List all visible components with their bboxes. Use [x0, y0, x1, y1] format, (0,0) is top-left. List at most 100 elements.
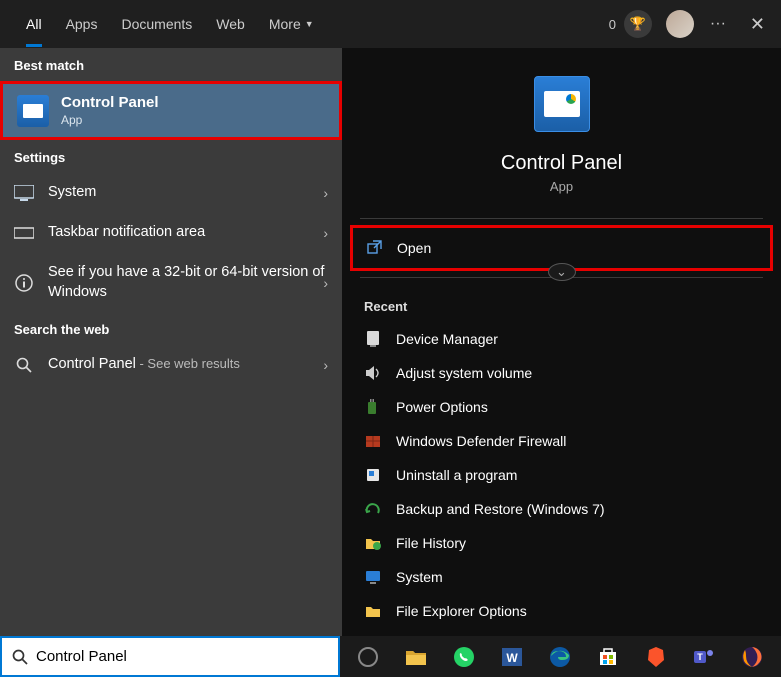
top-bar: All Apps Documents Web More▼ 0 🏆 ··· ✕ [0, 0, 781, 48]
taskbar-whatsapp[interactable] [442, 637, 486, 677]
best-match-control-panel[interactable]: Control Panel App [0, 81, 342, 140]
recent-list: Device Manager Adjust system volume Powe… [342, 322, 781, 636]
recent-backup-restore[interactable]: Backup and Restore (Windows 7) [348, 492, 775, 526]
brave-icon [646, 646, 666, 668]
preview-subtitle: App [550, 179, 573, 194]
tab-documents[interactable]: Documents [109, 1, 204, 47]
uninstall-icon [364, 466, 382, 484]
search-box[interactable] [0, 636, 340, 677]
preview-hero: Control Panel App [342, 48, 781, 218]
settings-item-bitness[interactable]: See if you have a 32-bit or 64-bit versi… [0, 253, 342, 312]
search-web-header: Search the web [0, 312, 342, 345]
folder-options-icon [364, 602, 382, 620]
tab-web[interactable]: Web [204, 1, 257, 47]
power-icon [364, 398, 382, 416]
settings-item-system[interactable]: System › [0, 173, 342, 213]
best-match-title: Control Panel [61, 94, 159, 111]
recent-label: Adjust system volume [396, 365, 532, 381]
settings-item-label: System [48, 183, 328, 203]
search-input[interactable] [36, 648, 328, 665]
file-history-icon [364, 534, 382, 552]
best-match-header: Best match [0, 48, 342, 81]
filter-tabs: All Apps Documents Web More▼ [14, 1, 326, 47]
svg-text:T: T [697, 652, 703, 662]
firefox-icon [741, 646, 763, 668]
tab-more[interactable]: More▼ [257, 1, 326, 47]
firewall-icon [364, 432, 382, 450]
recent-device-manager[interactable]: Device Manager [348, 322, 775, 356]
edge-icon [549, 646, 571, 668]
recent-system[interactable]: System [348, 560, 775, 594]
whatsapp-icon [453, 646, 475, 668]
search-icon [12, 649, 28, 665]
recent-label: Windows Defender Firewall [396, 433, 566, 449]
recent-label: File Explorer Options [396, 603, 527, 619]
tab-apps[interactable]: Apps [54, 1, 110, 47]
recent-defender-firewall[interactable]: Windows Defender Firewall [348, 424, 775, 458]
recent-label: System [396, 569, 443, 585]
recent-label: Device Manager [396, 331, 498, 347]
recent-label: Backup and Restore (Windows 7) [396, 501, 605, 517]
recent-label: File History [396, 535, 466, 551]
best-match-subtitle: App [61, 113, 159, 127]
expand-chevron-icon[interactable]: ⌄ [548, 263, 576, 281]
settings-item-label: Taskbar notification area [48, 223, 328, 243]
settings-header: Settings [0, 140, 342, 173]
web-result-control-panel[interactable]: Control Panel - See web results › [0, 345, 342, 385]
chevron-right-icon: › [323, 275, 328, 291]
taskbar-firefox[interactable] [730, 637, 774, 677]
caret-down-icon: ▼ [305, 19, 314, 29]
taskbar-edge[interactable] [538, 637, 582, 677]
recent-file-history[interactable]: File History [348, 526, 775, 560]
taskbar-brave[interactable] [634, 637, 678, 677]
more-options-icon[interactable]: ··· [700, 15, 736, 33]
preview-title: Control Panel [501, 152, 622, 175]
store-icon [597, 646, 619, 668]
rewards-count: 0 [609, 17, 616, 32]
cortana-icon [358, 647, 378, 667]
recent-label: Uninstall a program [396, 467, 517, 483]
chevron-right-icon: › [323, 225, 328, 241]
open-icon [367, 240, 383, 255]
start-search-panel: All Apps Documents Web More▼ 0 🏆 ··· ✕ B… [0, 0, 781, 636]
close-icon[interactable]: ✕ [742, 14, 773, 35]
preview-column: Control Panel App Open ⌄ Recent Device M… [342, 48, 781, 636]
folder-icon [405, 648, 427, 666]
taskbar-cortana[interactable] [346, 637, 390, 677]
tab-all[interactable]: All [14, 1, 54, 47]
taskbar-icon [14, 223, 34, 243]
taskbar: W T [340, 636, 781, 677]
backup-icon [364, 500, 382, 518]
open-label: Open [397, 240, 431, 256]
taskbar-file-explorer[interactable] [394, 637, 438, 677]
recent-uninstall-program[interactable]: Uninstall a program [348, 458, 775, 492]
volume-icon [364, 364, 382, 382]
info-icon [14, 273, 34, 293]
settings-item-label: See if you have a 32-bit or 64-bit versi… [48, 263, 328, 302]
taskbar-word[interactable]: W [490, 637, 534, 677]
control-panel-icon [17, 95, 49, 127]
word-icon: W [500, 645, 524, 669]
recent-adjust-volume[interactable]: Adjust system volume [348, 356, 775, 390]
user-avatar[interactable] [666, 10, 694, 38]
control-panel-icon [534, 76, 590, 132]
taskbar-store[interactable] [586, 637, 630, 677]
recent-file-explorer-options[interactable]: File Explorer Options [348, 594, 775, 628]
trophy-icon[interactable]: 🏆 [624, 10, 652, 38]
svg-text:W: W [506, 651, 518, 665]
search-icon [14, 355, 34, 375]
display-icon [14, 183, 34, 203]
web-result-label: Control Panel - See web results [48, 355, 328, 375]
settings-item-taskbar-area[interactable]: Taskbar notification area › [0, 213, 342, 253]
recent-label: Power Options [396, 399, 488, 415]
chevron-right-icon: › [323, 185, 328, 201]
top-right-controls: 0 🏆 ··· ✕ [609, 10, 773, 38]
teams-icon: T [693, 646, 715, 668]
taskbar-teams[interactable]: T [682, 637, 726, 677]
results-column: Best match Control Panel App Settings Sy… [0, 48, 342, 636]
system-icon [364, 568, 382, 586]
recent-power-options[interactable]: Power Options [348, 390, 775, 424]
device-manager-icon [364, 330, 382, 348]
chevron-right-icon: › [323, 357, 328, 373]
recent-header: Recent [342, 281, 781, 322]
